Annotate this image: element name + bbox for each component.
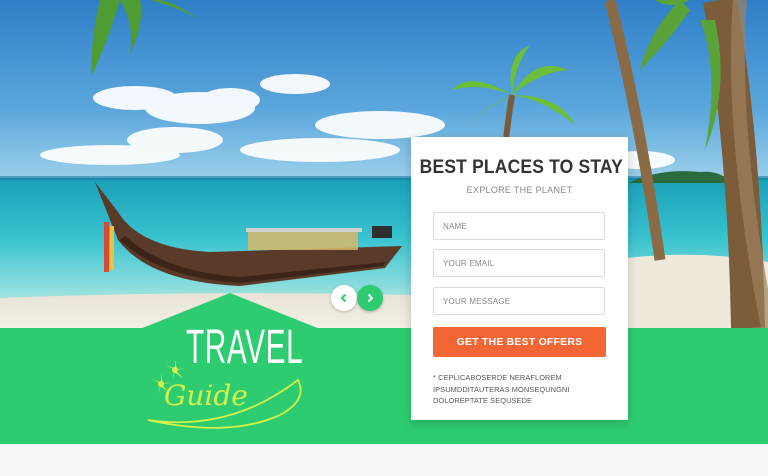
hero-beach-image [0, 0, 768, 328]
name-field[interactable] [433, 212, 605, 240]
slider-next-button[interactable] [357, 285, 383, 311]
form-title: BEST PLACES TO STAY [419, 157, 623, 178]
message-field[interactable] [433, 287, 605, 315]
page-bottom-strip [0, 444, 768, 476]
chevron-left-icon [340, 293, 347, 303]
slider-prev-button[interactable] [331, 285, 357, 311]
get-offers-button[interactable]: GET THE BEST OFFERS [433, 327, 606, 357]
chevron-right-icon [367, 293, 374, 303]
form-subtitle: EXPLORE THE PLANET [466, 185, 573, 195]
email-field[interactable] [433, 249, 605, 277]
logo-word-guide: Guide [164, 379, 248, 412]
offer-request-form: BEST PLACES TO STAY EXPLORE THE PLANET G… [411, 137, 628, 420]
logo-word-travel: TRAVEL [186, 321, 304, 374]
green-brand-band [0, 328, 768, 444]
form-disclaimer: * CEPLICABOSERDE NERAFLOREM IPSUMDDITAUT… [433, 373, 570, 405]
